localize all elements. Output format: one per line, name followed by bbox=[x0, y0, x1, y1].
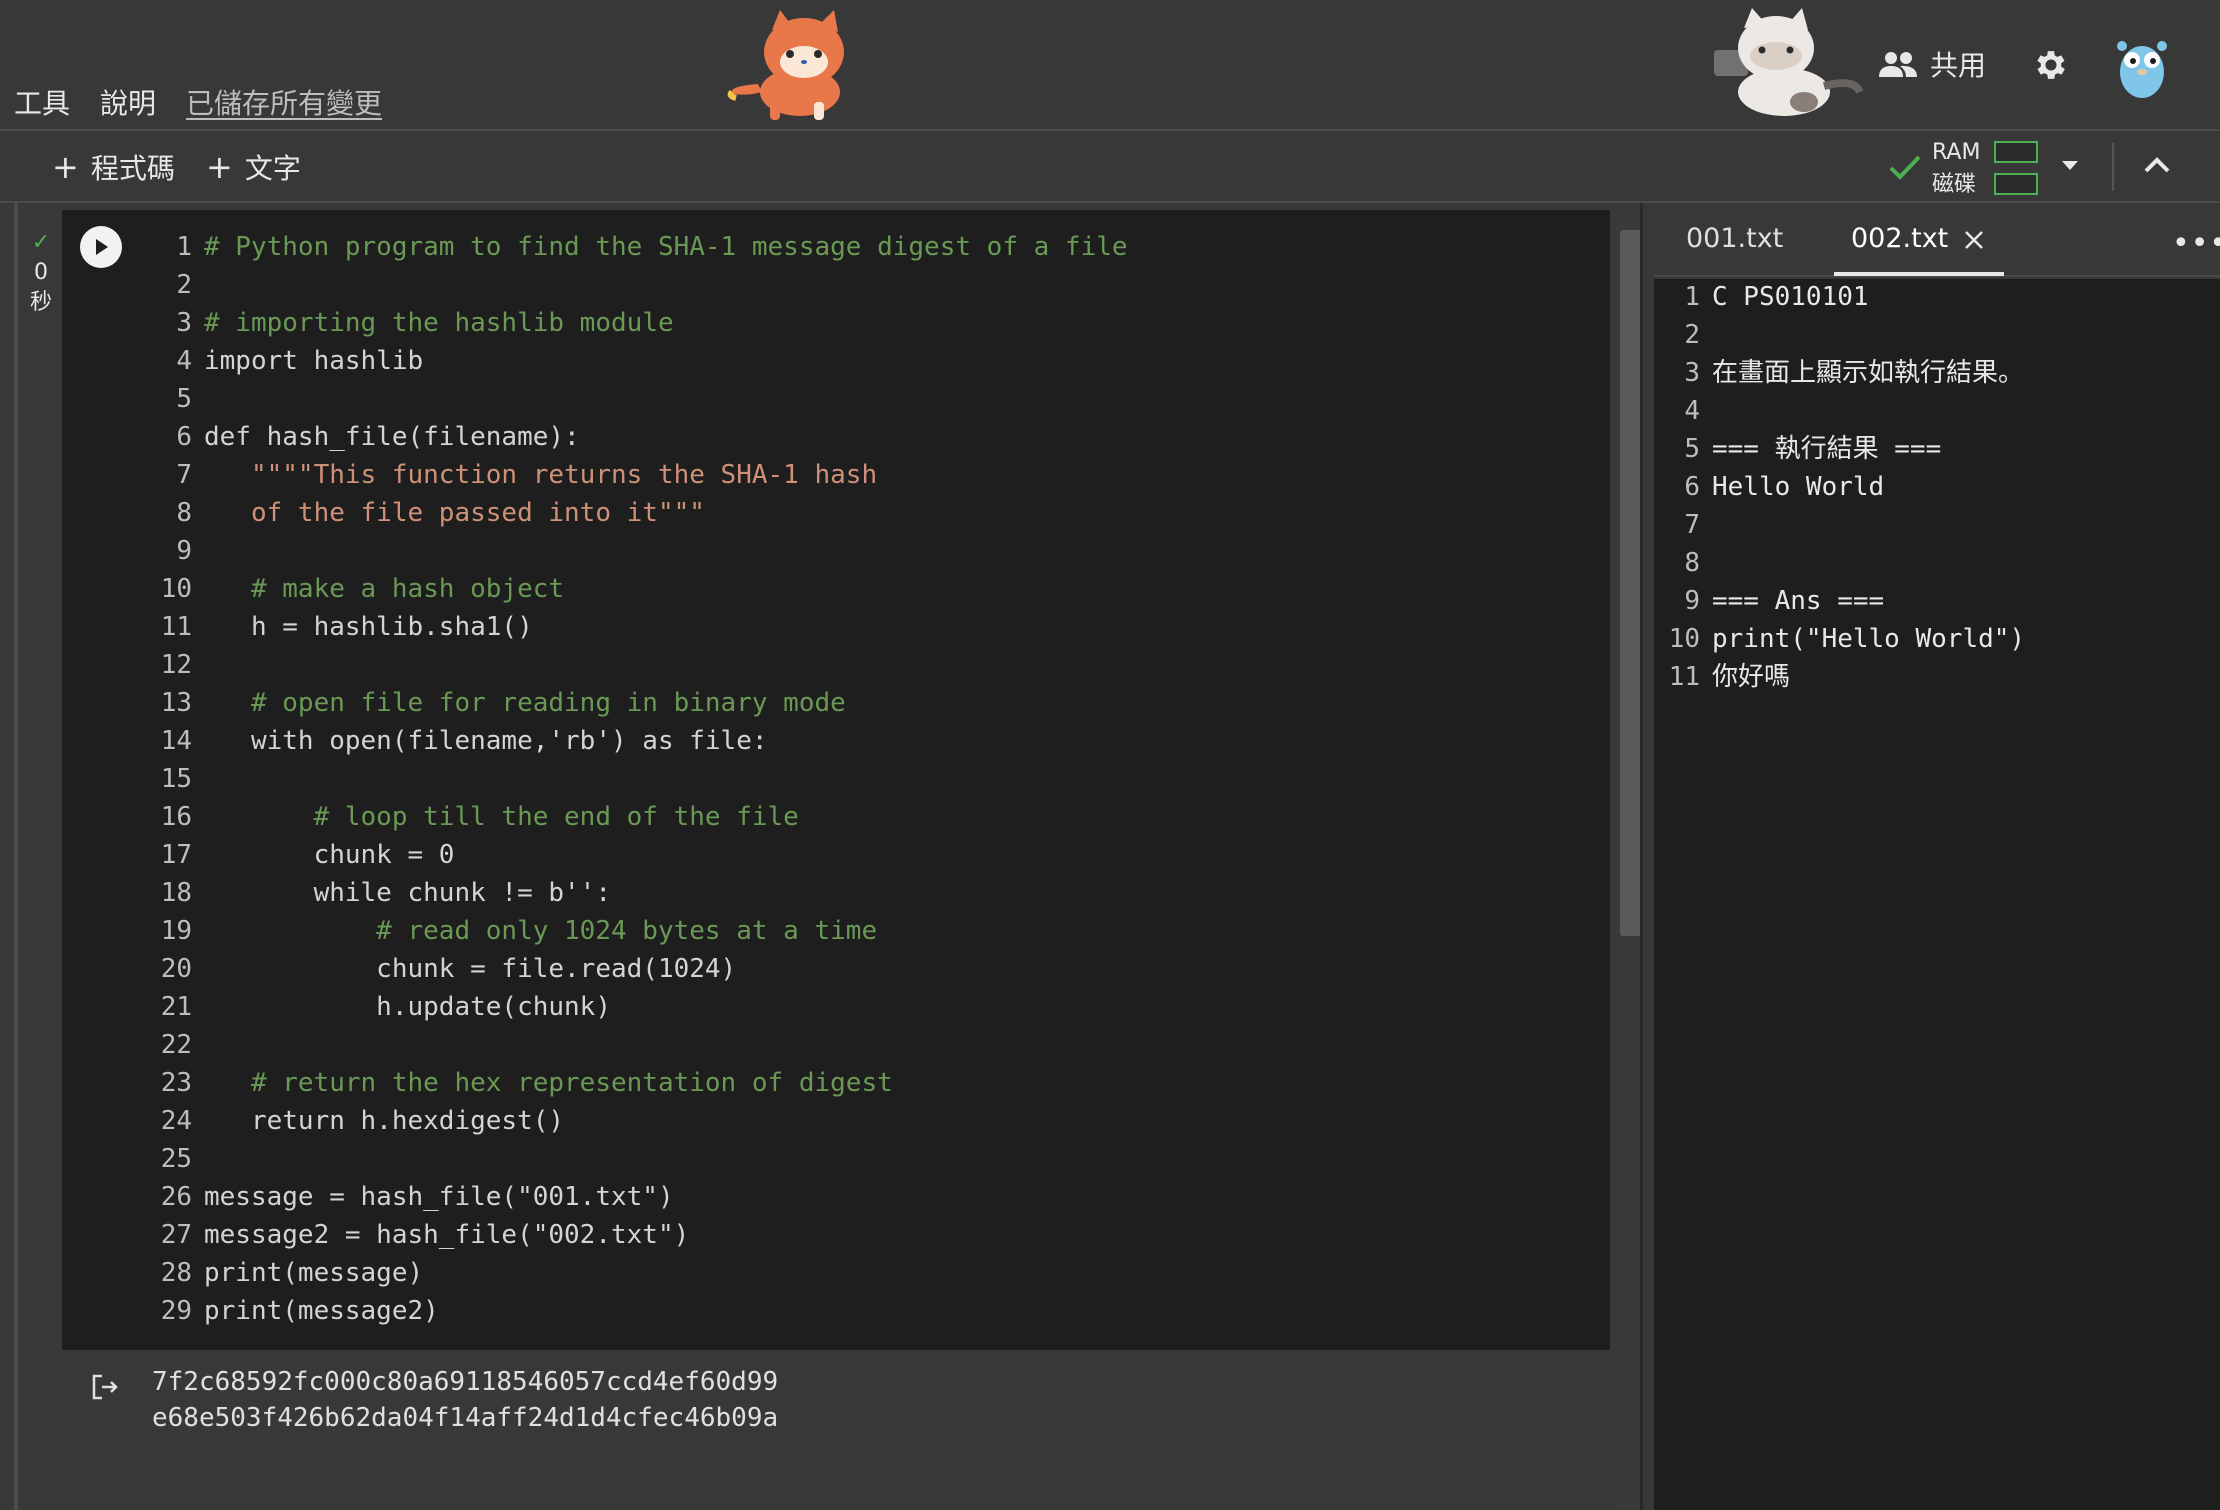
menu-bar: 工具 說明 已儲存所有變更 bbox=[14, 82, 382, 122]
cell-gutter bbox=[14, 203, 18, 1510]
avatar[interactable] bbox=[2112, 34, 2172, 100]
code-line: 7 """"This function returns the SHA-1 ha… bbox=[176, 460, 878, 490]
add-code-button[interactable]: + 程式碼 bbox=[52, 147, 175, 187]
code-line: 14 with open(filename,'rb') as file: bbox=[160, 726, 768, 756]
file-content: 1C PS010101 2 3 在畫面上顯示如執行結果。 4 5 === 執行結果 === 6… bbox=[1660, 278, 2025, 696]
code-line: 16 # loop till the end of the file bbox=[160, 802, 799, 832]
chevron-up-icon[interactable] bbox=[2140, 151, 2174, 181]
run-cell-button[interactable] bbox=[80, 226, 122, 268]
code-line: 20 chunk = file.read(1024) bbox=[160, 954, 737, 984]
code-line: 13 # open file for reading in binary mod… bbox=[160, 688, 846, 718]
output-line: e68e503f426b62da04f14aff24d1d4cfec46b09a bbox=[152, 1403, 779, 1433]
orange-cat-mascot-icon bbox=[727, 10, 844, 120]
file-line: 5 === 執行結果 === bbox=[1684, 434, 1942, 464]
code-line: 28 print(message) bbox=[160, 1258, 424, 1288]
file-line: 4 bbox=[1684, 396, 1700, 426]
code-line: 4 import hashlib bbox=[176, 346, 424, 376]
grey-cat-mascot-icon bbox=[1714, 8, 1864, 116]
ram-usage-bar bbox=[1994, 141, 2038, 163]
plus-icon: + bbox=[52, 148, 79, 186]
code-line: 9 bbox=[176, 536, 192, 566]
code-line: 10 # make a hash object bbox=[160, 574, 565, 604]
toolbar-divider bbox=[2112, 143, 2114, 191]
menu-tools[interactable]: 工具 bbox=[14, 82, 70, 122]
resource-bars bbox=[1994, 141, 2038, 205]
code-line: 12 bbox=[160, 650, 192, 680]
menu-help[interactable]: 說明 bbox=[100, 82, 156, 122]
code-editor[interactable]: 1 # Python program to find the SHA-1 mess… bbox=[150, 228, 1128, 1330]
notebook-toolbar: + 程式碼 + 文字 RAM 磁碟 bbox=[0, 131, 2220, 203]
plus-icon: + bbox=[206, 148, 233, 186]
code-line: 3 # importing the hashlib module bbox=[176, 308, 674, 338]
code-line: 29 print(message2) bbox=[160, 1296, 439, 1326]
panel-divider[interactable] bbox=[1640, 203, 1643, 1510]
add-text-button[interactable]: + 文字 bbox=[206, 147, 301, 187]
people-icon bbox=[1879, 52, 1917, 77]
cell-output: 7f2c68592fc000c80a69118546057ccd4ef60d99… bbox=[152, 1364, 778, 1436]
top-bar: 工具 說明 已儲存所有變更 共用 bbox=[0, 0, 2220, 131]
execution-check-icon: ✓ bbox=[31, 230, 51, 255]
gear-icon[interactable] bbox=[2032, 46, 2070, 84]
share-label: 共用 bbox=[1930, 49, 1987, 82]
add-text-label: 文字 bbox=[244, 152, 301, 185]
play-icon bbox=[96, 239, 108, 255]
close-icon[interactable] bbox=[1962, 228, 1986, 252]
share-button[interactable]: 共用 bbox=[1878, 44, 1986, 84]
resource-monitor[interactable]: RAM 磁碟 bbox=[1932, 137, 1980, 201]
code-line: 21 h.update(chunk) bbox=[160, 992, 611, 1022]
code-line: 22 bbox=[160, 1030, 192, 1060]
code-line: 17 chunk = 0 bbox=[160, 840, 455, 870]
code-line: 6 def hash_file(filename): bbox=[176, 422, 580, 452]
code-line: 24 return h.hexdigest() bbox=[160, 1106, 565, 1136]
file-line: 2 bbox=[1684, 320, 1700, 350]
code-line: 26 message = hash_file("001.txt") bbox=[160, 1182, 674, 1212]
chevron-down-icon[interactable] bbox=[2062, 161, 2078, 170]
code-line: 25 bbox=[160, 1144, 192, 1174]
code-line: 18 while chunk != b'': bbox=[160, 878, 611, 908]
code-line: 2 bbox=[176, 270, 192, 300]
file-line: 11 你好嗎 bbox=[1668, 662, 1791, 692]
output-line: 7f2c68592fc000c80a69118546057ccd4ef60d99 bbox=[152, 1367, 779, 1397]
tab-002-txt[interactable]: 002.txt bbox=[1851, 223, 1948, 254]
code-line: 8 of the file passed into it""" bbox=[176, 498, 705, 528]
file-line: 6 Hello World bbox=[1684, 472, 1885, 502]
cell-scrollbar-thumb[interactable] bbox=[1620, 230, 1642, 936]
code-line: 19 # read only 1024 bytes at a time bbox=[160, 916, 878, 946]
save-status-link[interactable]: 已儲存所有變更 bbox=[186, 82, 382, 122]
code-line: 11 h = hashlib.sha1() bbox=[160, 612, 533, 642]
output-clear-icon[interactable] bbox=[90, 1372, 120, 1402]
file-line: 8 bbox=[1684, 548, 1700, 578]
file-line: 7 bbox=[1684, 510, 1700, 540]
active-tab-indicator bbox=[1834, 272, 2004, 276]
file-line: 9 === Ans === bbox=[1684, 586, 1885, 616]
file-line: 3 在畫面上顯示如執行結果。 bbox=[1684, 358, 2025, 388]
connected-check-icon bbox=[1889, 155, 1921, 180]
disk-usage-bar bbox=[1994, 173, 2038, 195]
execution-time-unit: 秒 bbox=[29, 290, 52, 315]
code-line: 5 bbox=[176, 384, 192, 414]
disk-label: 磁碟 bbox=[1932, 172, 1977, 197]
code-line: 1 # Python program to find the SHA-1 mess… bbox=[176, 232, 1128, 262]
tab-001-txt[interactable]: 001.txt bbox=[1686, 223, 1783, 254]
add-code-label: 程式碼 bbox=[90, 152, 175, 185]
code-line: 23 # return the hex representation of di… bbox=[160, 1068, 893, 1098]
file-line: 1C PS010101 bbox=[1684, 282, 1869, 312]
file-line: 10 print("Hello World") bbox=[1668, 624, 2026, 654]
execution-time: 0 bbox=[34, 260, 48, 285]
code-line: 15 bbox=[160, 764, 192, 794]
ram-label: RAM bbox=[1932, 140, 1981, 165]
execution-status: ✓ 0 秒 bbox=[26, 228, 56, 318]
more-options-icon[interactable]: ••• bbox=[2172, 226, 2220, 261]
code-line: 27 message2 = hash_file("002.txt") bbox=[160, 1220, 690, 1250]
